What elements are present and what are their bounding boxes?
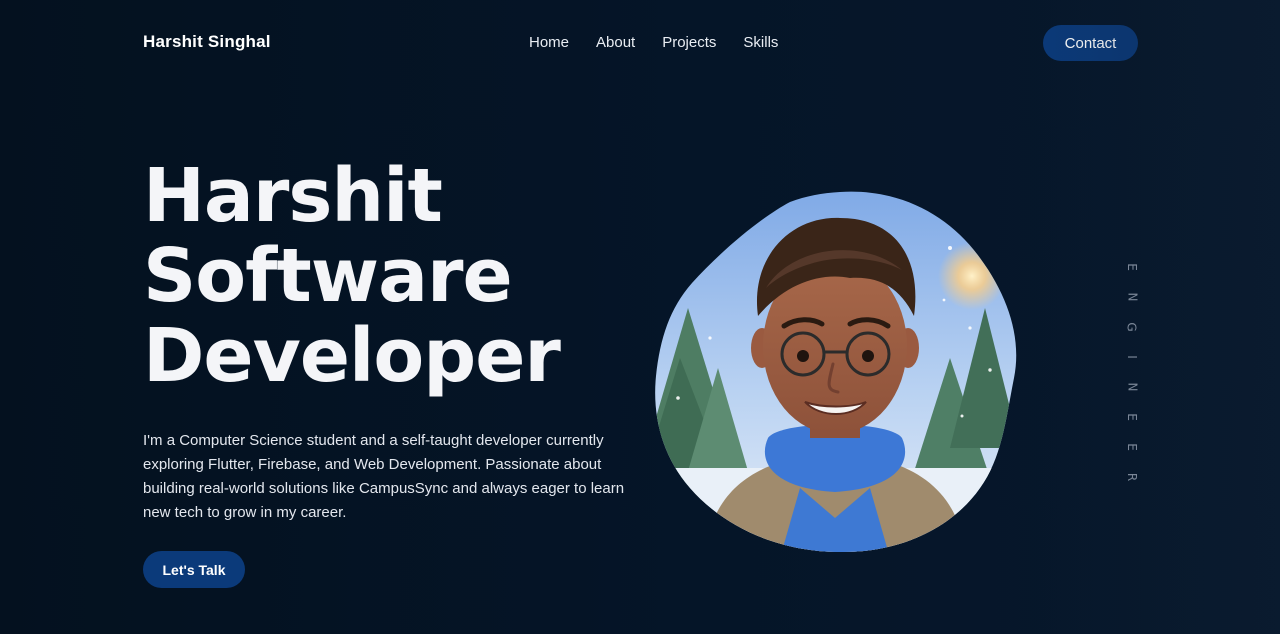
avatar-portrait [650,188,1020,558]
site-brand[interactable]: Harshit Singhal [143,32,271,52]
hero-title-line-role-2: Developer [143,313,561,399]
nav-link-home[interactable]: Home [529,34,569,51]
nav-link-skills[interactable]: Skills [743,34,778,51]
vertical-letter: N [1124,382,1139,392]
nav-link-projects[interactable]: Projects [662,34,716,51]
hero-description: I'm a Computer Science student and a sel… [143,432,625,521]
vertical-letter: N [1124,292,1139,302]
vertical-letter: E [1125,263,1139,271]
contact-button[interactable]: Contact [1043,25,1138,61]
vertical-letter: R [1125,472,1139,482]
hero-title-line-name: Harshit [143,153,443,239]
vertical-engineer-text: E N G I N E E R [1116,252,1139,492]
avatar-portrait-icon [655,191,1017,553]
hero-title: Harshit Software Developer [143,153,561,399]
lets-talk-button[interactable]: Let's Talk [143,551,245,588]
vertical-letter: I [1124,355,1139,359]
portfolio-page: Harshit Singhal Home About Projects Skil… [0,0,1280,634]
nav-links: Home About Projects Skills [529,34,778,51]
vertical-letter: E [1125,443,1139,451]
hero-title-line-role-1: Software [143,233,513,319]
top-navigation: Harshit Singhal Home About Projects Skil… [0,0,1280,86]
vertical-letter: G [1125,322,1139,332]
nav-link-about[interactable]: About [596,34,635,51]
vertical-letter: E [1125,413,1139,421]
